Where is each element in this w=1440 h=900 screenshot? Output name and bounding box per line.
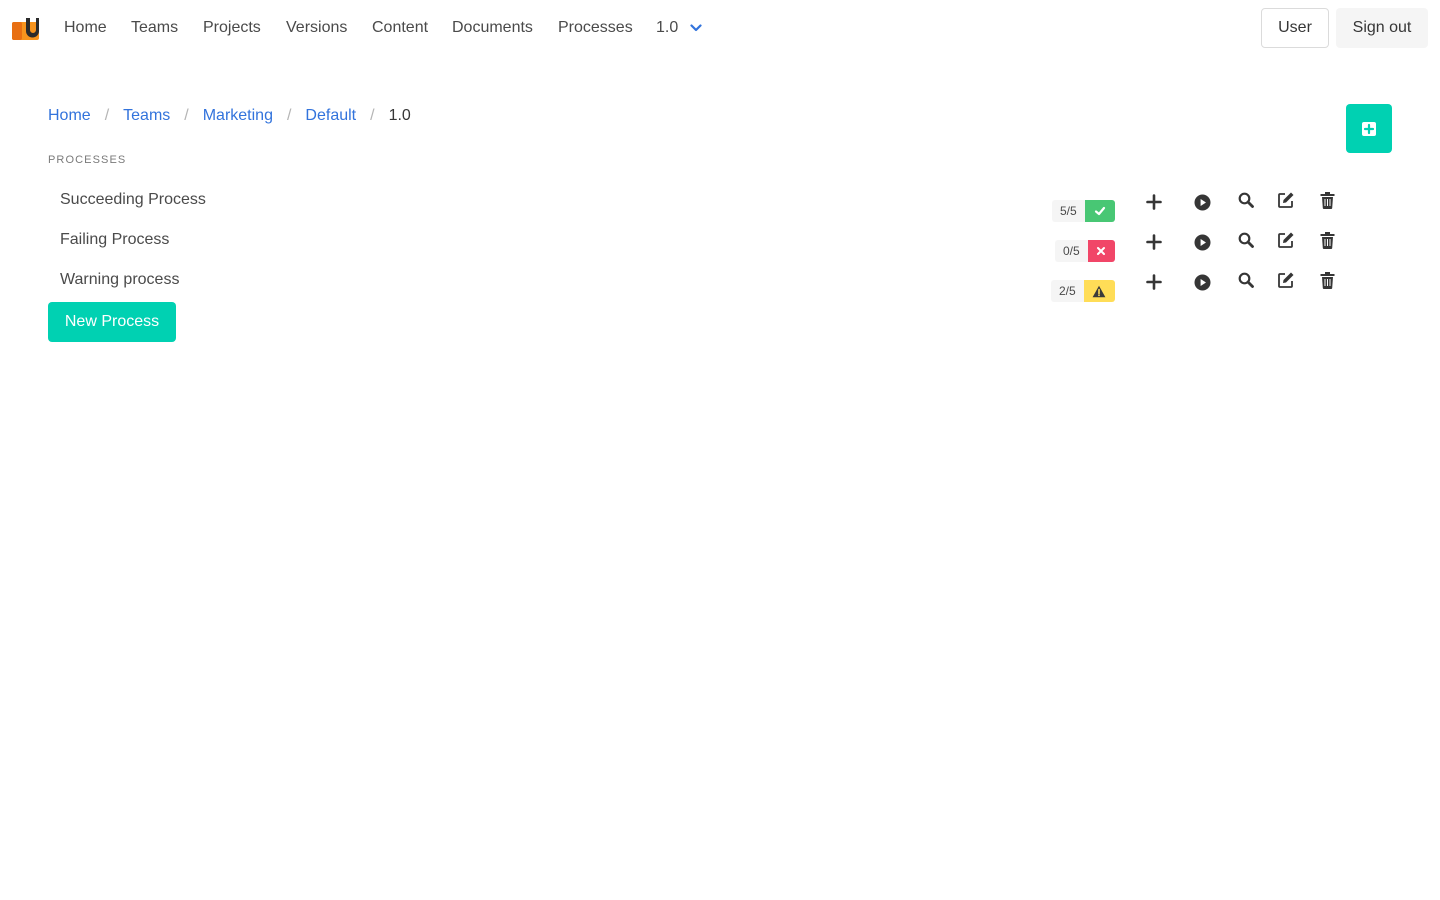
nav-home[interactable]: Home	[64, 18, 107, 38]
plus-square-icon	[1362, 121, 1376, 136]
play-icon[interactable]	[1192, 232, 1212, 252]
x-icon	[1097, 247, 1106, 255]
navbar: Home Teams Projects Versions Content Doc…	[0, 0, 1440, 56]
play-icon[interactable]	[1192, 192, 1212, 212]
chevron-down-icon[interactable]	[690, 22, 702, 34]
process-name[interactable]: Warning process	[60, 270, 179, 290]
edit-icon[interactable]	[1276, 270, 1296, 290]
nav-processes[interactable]: Processes	[558, 18, 633, 38]
logo-icon[interactable]	[12, 16, 39, 40]
search-icon[interactable]	[1236, 270, 1256, 290]
edit-icon[interactable]	[1276, 190, 1296, 210]
play-icon[interactable]	[1192, 272, 1212, 292]
breadcrumb-separator: /	[286, 107, 292, 124]
status-danger	[1087, 240, 1115, 262]
breadcrumb-teams[interactable]: Teams	[123, 107, 170, 125]
check-icon	[1094, 206, 1105, 216]
process-row: Failing Process 0/5	[48, 230, 1348, 270]
status-success	[1084, 200, 1115, 222]
process-name[interactable]: Failing Process	[60, 230, 169, 250]
breadcrumb: Home / Teams / Marketing / Default / 1.0	[48, 105, 411, 127]
search-icon[interactable]	[1236, 190, 1256, 210]
nav-projects[interactable]: Projects	[203, 18, 261, 38]
edit-icon[interactable]	[1276, 230, 1296, 250]
user-button[interactable]: User	[1261, 8, 1329, 48]
plus-icon[interactable]	[1144, 192, 1164, 212]
breadcrumb-default[interactable]: Default	[305, 107, 356, 125]
version-dropdown[interactable]: 1.0	[656, 18, 678, 38]
breadcrumb-separator: /	[104, 107, 110, 124]
new-process-button[interactable]: New Process	[48, 302, 176, 342]
plus-icon[interactable]	[1144, 232, 1164, 252]
trash-icon[interactable]	[1317, 230, 1337, 250]
breadcrumb-separator: /	[184, 107, 189, 124]
status-badge: 2/5	[1051, 280, 1115, 302]
breadcrumb-current: 1.0	[388, 107, 411, 124]
breadcrumb-marketing[interactable]: Marketing	[203, 107, 273, 125]
status-warning	[1083, 280, 1115, 302]
section-title: PROCESSES	[48, 154, 127, 166]
breadcrumb-home[interactable]: Home	[48, 107, 91, 125]
nav-teams[interactable]: Teams	[131, 18, 178, 38]
warning-icon	[1092, 285, 1106, 297]
process-name[interactable]: Succeeding Process	[60, 190, 206, 210]
process-row: Succeeding Process 5/5	[48, 190, 1348, 230]
nav-documents[interactable]: Documents	[452, 18, 533, 38]
trash-icon[interactable]	[1317, 190, 1337, 210]
plus-icon[interactable]	[1144, 272, 1164, 292]
nav-versions[interactable]: Versions	[286, 18, 347, 38]
trash-icon[interactable]	[1317, 270, 1337, 290]
run-count: 5/5	[1052, 200, 1085, 222]
nav-content[interactable]: Content	[372, 18, 428, 38]
run-count: 0/5	[1055, 240, 1088, 262]
breadcrumb-separator: /	[370, 107, 375, 124]
signout-button[interactable]: Sign out	[1336, 8, 1428, 48]
status-badge: 0/5	[1055, 240, 1115, 262]
add-process-button[interactable]	[1346, 104, 1392, 153]
search-icon[interactable]	[1236, 230, 1256, 250]
status-badge: 5/5	[1052, 200, 1115, 222]
run-count: 2/5	[1051, 280, 1084, 302]
process-row: Warning process 2/5	[48, 270, 1348, 310]
